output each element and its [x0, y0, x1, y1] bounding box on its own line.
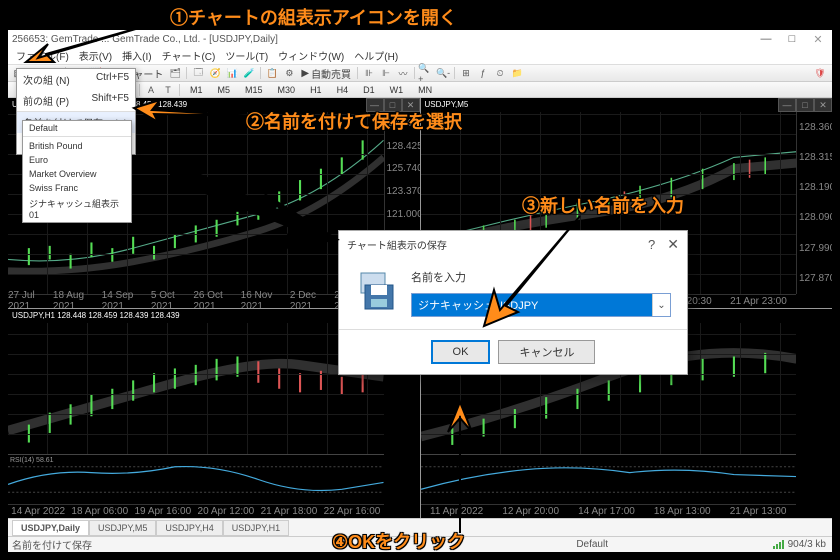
line-chart-icon[interactable]: 〰 [395, 66, 411, 80]
x-axis: 14 Apr 202218 Apr 06:0019 Apr 16:0020 Ap… [8, 504, 384, 518]
submenu-item[interactable]: Swiss Franc [23, 181, 131, 195]
tf-h4[interactable]: H4 [330, 83, 356, 97]
chart-title: USDJPY,H1 128.448 128.459 128.439 128.43… [12, 311, 180, 320]
autotrade-button[interactable]: ▶自動売買 [298, 66, 354, 81]
zoom-in-icon[interactable]: 🔍+ [418, 66, 434, 80]
chart-max-icon[interactable]: □ [796, 98, 814, 112]
new-order-icon[interactable]: 📋 [264, 66, 280, 80]
ok-button[interactable]: OK [431, 340, 491, 364]
y-axis: 128.360128.315128.190128.090127.990127.8… [796, 112, 832, 294]
cancel-button[interactable]: キャンセル [498, 340, 595, 364]
tab-usdjpy-h1[interactable]: USDJPY,H1 [223, 520, 289, 536]
status-hint: 名前を付けて保存 [12, 537, 92, 552]
menu-prev-profile[interactable]: 前の組 (P)Shift+F5 [17, 90, 135, 112]
arrow-2 [130, 92, 260, 128]
market-icon[interactable]: 🗔 [190, 66, 206, 80]
connection-status: 904/3 kb [773, 539, 826, 550]
nav-icon[interactable]: 🧭 [207, 66, 223, 80]
chevron-down-icon[interactable]: ⌄ [652, 294, 670, 316]
arrow-3 [470, 210, 590, 330]
annotation-2: ②名前を付けて保存を選択 [246, 108, 462, 134]
tf-mn[interactable]: MN [411, 83, 439, 97]
status-profile: Default [576, 539, 608, 550]
zoom-out-icon[interactable]: 🔍- [435, 66, 451, 80]
tester-icon[interactable]: 🧪 [241, 66, 257, 80]
chart-min-icon[interactable]: — [778, 98, 796, 112]
arrow-1 [18, 10, 178, 70]
tile-icon[interactable]: ⊞ [458, 66, 474, 80]
tf-d1[interactable]: D1 [356, 83, 382, 97]
big-arrow [160, 150, 350, 260]
profile-submenu: Default British Pound Euro Market Overvi… [22, 120, 132, 223]
tf-m30[interactable]: M30 [271, 83, 303, 97]
tab-usdjpy-m5[interactable]: USDJPY,M5 [89, 520, 156, 536]
terminal-icon[interactable]: 📊 [224, 66, 240, 80]
expert-icon[interactable]: ⚙ [281, 66, 297, 80]
candle-chart-icon[interactable]: ⊩ [378, 66, 394, 80]
dialog-close-button[interactable]: ✕ [667, 236, 679, 253]
tf-h1[interactable]: H1 [303, 83, 329, 97]
minimize-button[interactable]: — [756, 33, 776, 46]
signal-icon [773, 540, 784, 549]
period-icon[interactable]: ⏲ [492, 66, 508, 80]
submenu-item[interactable]: British Pound [23, 139, 131, 153]
annotation-3: ③新しい名前を入力 [522, 192, 684, 218]
bar-chart-icon[interactable]: ⊪ [361, 66, 377, 80]
submenu-item[interactable]: Market Overview [23, 167, 131, 181]
chart-close-icon[interactable]: ✕ [814, 98, 832, 112]
submenu-default[interactable]: Default [23, 121, 131, 137]
close-button[interactable]: ✕ [808, 33, 828, 46]
rsi-panel: RSI(14) 58.61 [8, 454, 384, 504]
menu-window[interactable]: ウィンドウ(W) [274, 48, 348, 64]
tf-w1[interactable]: W1 [383, 83, 411, 97]
submenu-item[interactable]: Euro [23, 153, 131, 167]
annotation-1: ①チャートの組表示アイコンを開く [170, 4, 457, 30]
menu-next-profile[interactable]: 次の組 (N)Ctrl+F5 [17, 69, 135, 90]
indicator-icon[interactable]: ƒ [475, 66, 491, 80]
tab-usdjpy-daily[interactable]: USDJPY,Daily [12, 520, 89, 536]
tab-usdjpy-h4[interactable]: USDJPY,H4 [156, 520, 222, 536]
save-icon [355, 269, 399, 313]
dialog-title: チャート組表示の保存 [347, 237, 447, 252]
maximize-button[interactable]: □ [782, 33, 802, 46]
dialog-help-button[interactable]: ? [648, 237, 655, 252]
annotation-4: ④OKをクリック [332, 528, 465, 554]
submenu-item[interactable]: ジナキャッシュ組表示01 [23, 195, 131, 222]
menu-help[interactable]: ヘルプ(H) [350, 48, 402, 64]
template-icon[interactable]: 📁 [509, 66, 525, 80]
alert-icon[interactable]: 🛡 [812, 66, 828, 80]
menu-tools[interactable]: ツール(T) [221, 48, 272, 64]
x-axis: 27 Jul 202118 Aug 202114 Sep 20215 Oct 2… [8, 294, 384, 308]
arrow-4 [430, 398, 490, 538]
rsi-label: RSI(14) 58.61 [10, 457, 54, 464]
